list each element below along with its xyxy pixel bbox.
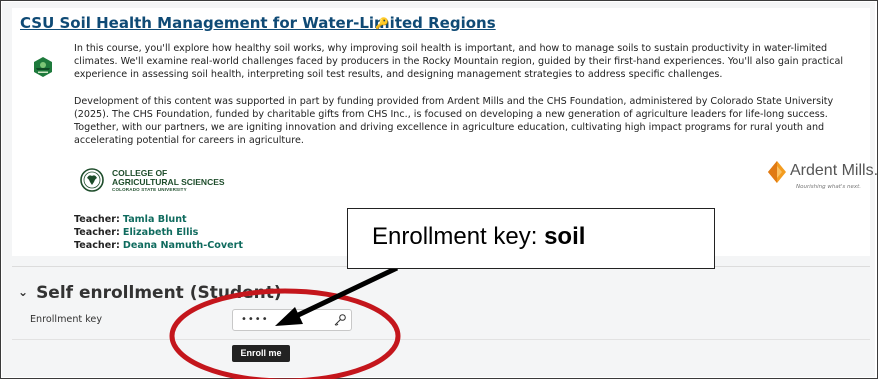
course-badge-icon (34, 57, 52, 77)
teacher-label: Teacher: (74, 227, 120, 238)
self-enrollment-heading[interactable]: ⌄ Self enrollment (Student) (18, 283, 282, 303)
teacher-link-deana-namuth-covert[interactable]: Deana Namuth-Covert (123, 240, 243, 251)
self-enrollment-title: Self enrollment (Student) (36, 283, 282, 303)
college-logo-line2: AGRICULTURAL SCIENCES (112, 177, 225, 187)
enrollment-key-callout: Enrollment key: soil (347, 208, 715, 269)
callout-key-value: soil (544, 223, 586, 250)
teacher-link-tamla-blunt[interactable]: Tamla Blunt (123, 214, 187, 225)
ardent-mills-mark-icon (768, 161, 786, 183)
course-summary-paragraph-1: In this course, you'll explore how healt… (74, 43, 844, 80)
college-logo-line3: COLORADO STATE UNIVERSITY (112, 187, 187, 192)
course-summary-paragraph-2: Development of this content was supporte… (74, 96, 834, 146)
reveal-password-icon[interactable] (333, 313, 347, 327)
teacher-item: Teacher: Elizabeth Ellis (74, 226, 243, 239)
enrollment-key-label: Enrollment key (30, 314, 103, 325)
callout-text: Enrollment key: soil (372, 223, 585, 251)
ardent-mills-tagline: Nourishing what's next. (796, 184, 862, 190)
enrol-key-icon: 🔑 (375, 17, 389, 30)
form-divider (12, 339, 870, 340)
callout-prefix: Enrollment key: (372, 223, 545, 250)
teacher-label: Teacher: (74, 240, 120, 251)
enrollment-key-value: •••• (241, 314, 269, 325)
teacher-label: Teacher: (74, 214, 120, 225)
course-title-link[interactable]: CSU Soil Health Management for Water-Lim… (20, 14, 496, 32)
ardent-mills-name: Ardent Mills. (790, 162, 878, 179)
teacher-item: Teacher: Tamla Blunt (74, 213, 243, 226)
ardent-mills-logo: Ardent Mills. Nourishing what's next. (764, 160, 878, 196)
teacher-list: Teacher: Tamla Blunt Teacher: Elizabeth … (74, 213, 243, 252)
teacher-link-elizabeth-ellis[interactable]: Elizabeth Ellis (123, 227, 198, 238)
college-logo-text: COLLEGE OF AGRICULTURAL SCIENCES COLORAD… (112, 169, 225, 193)
enroll-me-button[interactable]: Enroll me (232, 345, 290, 362)
enrollment-key-input[interactable]: •••• (232, 309, 352, 331)
chevron-down-icon[interactable]: ⌄ (18, 285, 28, 299)
teacher-item: Teacher: Deana Namuth-Covert (74, 239, 243, 252)
csu-ram-icon (80, 168, 104, 192)
